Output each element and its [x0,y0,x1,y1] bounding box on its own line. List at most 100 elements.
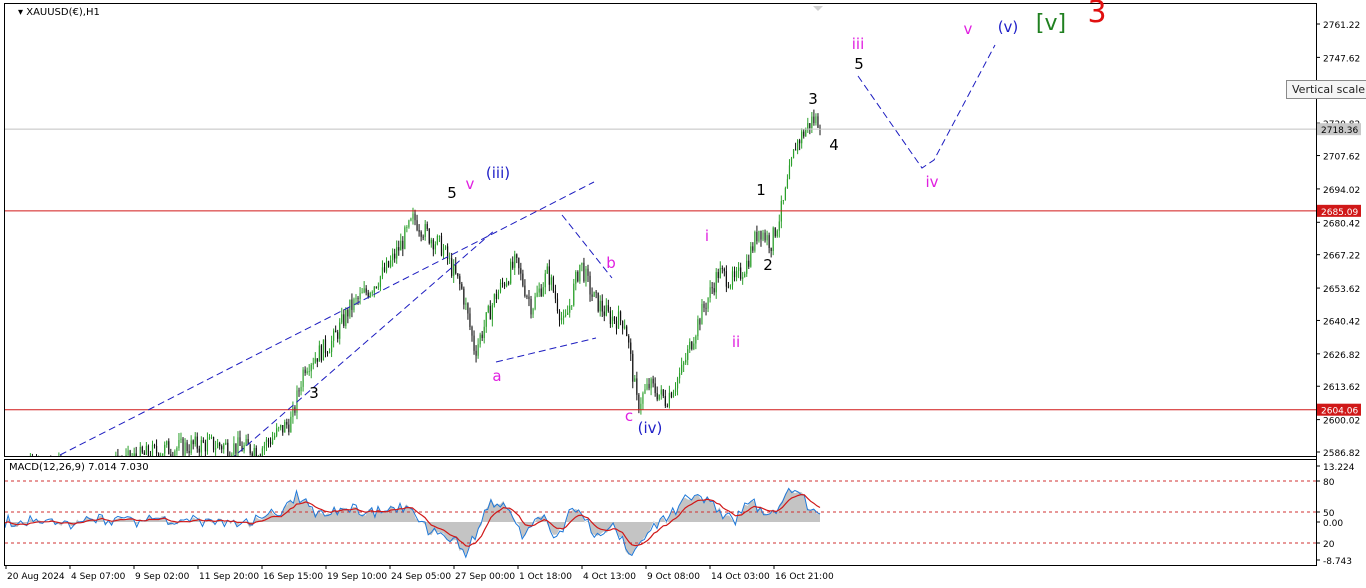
candle-body [656,393,658,400]
candle-body [194,436,196,445]
candle-body [510,261,512,284]
price-tick-label: 2694.02 [1323,186,1360,196]
candle-body [705,307,707,309]
candle-body [231,454,233,456]
collapse-triangle-icon[interactable]: ▾ [18,7,23,18]
time-tick-label: 16 Oct 21:00 [775,572,834,582]
candle-body [286,421,288,425]
candle-body [499,282,502,292]
candle-body [217,442,219,449]
candle-body [223,444,225,450]
candle-body [265,439,268,446]
price-chart[interactable]: 35 v(iii)abc(iv)iii1234iii5ivv (v) [v] 3 276… [0,0,1366,588]
candle-body [200,440,202,453]
vertical-scale-tooltip: Vertical scale [1286,80,1366,99]
candle-body [398,247,400,251]
time-tick-label: 20 Aug 2024 [7,572,65,582]
candle-body [308,371,310,373]
symbol-timeframe-text: XAUUSD(€),H1 [26,7,100,18]
candle-body [695,336,697,344]
macd-tick-label: 13.224 [1323,463,1355,473]
candle-body [607,305,609,312]
main-chart-panel[interactable] [4,3,1317,457]
candle-body [483,326,485,339]
candle-body [198,448,200,453]
candle-body [449,258,451,260]
candle-body [683,362,685,365]
candle-body [587,268,589,276]
candle-body [575,271,577,284]
candle-body [632,353,634,382]
candle-body [650,378,652,389]
candle-body [153,445,156,447]
candle-body [180,438,182,440]
candle-body [503,283,506,287]
candle-body [646,383,648,390]
candle-body [379,276,382,287]
candle-body [457,273,459,277]
candle-body [740,267,742,279]
candle-body [314,358,316,364]
candle-body [599,300,601,312]
candle-body [556,298,559,312]
candle-body [477,344,479,356]
candle-body [424,224,426,237]
candle-body [662,389,664,397]
symbol-label: ▾ XAUUSD(€),H1 [18,7,100,18]
candle-body [426,224,428,229]
wave-label: 1 [756,181,766,199]
candle-body [770,247,772,251]
candle-body [320,345,323,361]
time-tick-label: 4 Sep 07:00 [71,572,126,582]
price-tick-label: 2586.82 [1323,449,1360,459]
candle-body [681,364,683,374]
candle-body [782,200,784,201]
candle-body [239,437,241,446]
candle-body [243,445,245,452]
price-tick-label: 2667.22 [1323,252,1360,262]
candle-body [764,232,766,241]
candle-body [560,317,563,321]
candle-body [717,272,719,278]
time-tick-label: 24 Sep 05:00 [391,572,451,582]
time-tick-label: 9 Oct 08:00 [647,572,700,582]
candle-body [381,267,384,277]
candle-body [687,349,689,360]
candle-body [461,284,463,289]
candle-body [613,316,616,321]
candle-body [628,336,630,343]
candle-body [617,311,620,329]
candle-body [495,294,498,300]
level-price-label: 2604.06 [1321,407,1358,417]
candle-body [552,277,555,292]
candle-body [660,389,662,395]
candle-body [750,246,752,267]
candle-body [562,315,565,318]
candle-body [465,303,467,305]
candle-body [271,438,274,445]
candle-body [615,320,618,329]
candle-body [792,149,795,159]
candle-body [337,332,339,339]
candle-body [801,131,803,144]
candle-body [815,116,817,124]
candle-body [670,392,673,398]
candle-body [249,444,251,454]
candle-body [636,378,638,395]
candle-body [487,306,489,313]
candle-body [420,231,422,237]
candle-body [774,227,776,237]
wave-label: v [466,175,475,193]
price-tick-label: 2761.22 [1323,21,1360,31]
candle-body [532,308,534,315]
candle-body [141,446,143,453]
candle-body [184,442,186,456]
candle-body [481,334,483,339]
candle-body [748,260,750,267]
price-tick-label: 2613.62 [1323,383,1360,393]
candle-body [565,314,567,316]
candle-body [434,244,436,250]
candle-body [377,286,379,288]
candle-body [589,275,591,295]
candle-body [597,292,599,312]
